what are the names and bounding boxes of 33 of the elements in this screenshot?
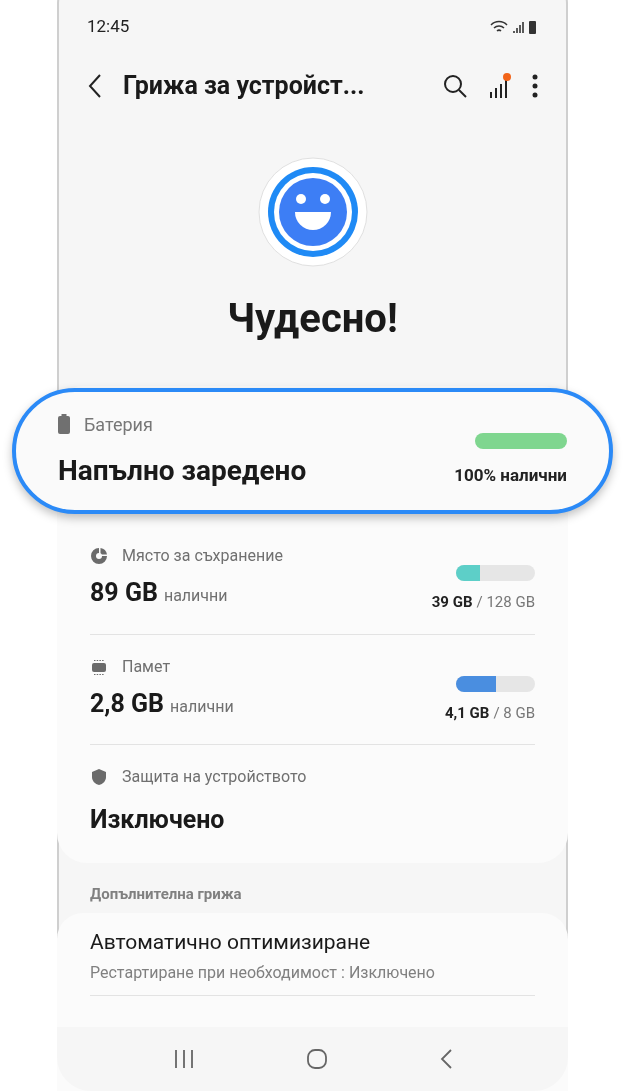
total-amount: / 128 GB <box>476 592 535 613</box>
section-heading: Допълнителна грижа <box>89 883 243 905</box>
status-heading: Чудесно! <box>226 294 399 344</box>
item-value: 89 GB <box>90 577 158 609</box>
used-amount: 39 GB <box>431 592 473 613</box>
item-label: Защита на устройството <box>122 766 307 788</box>
used-amount: 4,1 GB <box>444 702 490 724</box>
total-amount: / 8 GB <box>493 702 535 724</box>
home-icon[interactable] <box>305 1048 328 1070</box>
more-options-icon[interactable] <box>532 74 538 98</box>
battery-icon <box>58 414 70 434</box>
item-unit: налични <box>170 695 234 718</box>
battery-label: Батерия <box>84 412 153 437</box>
page-title: Грижа за устройст... <box>123 70 365 103</box>
option-subtitle: Рестартиране при необходимост : Изключено <box>90 961 436 984</box>
smiley-icon <box>256 156 369 268</box>
item-value: 2,8 GB <box>90 687 165 720</box>
back-icon[interactable] <box>87 73 103 99</box>
chip-icon <box>90 657 108 676</box>
item-label: Място за съхранение <box>122 545 283 567</box>
item-label: Памет <box>122 655 171 678</box>
battery-reading: 100% налични <box>454 464 567 488</box>
option-title[interactable]: Автоматично оптимизиране <box>90 927 535 959</box>
shield-icon <box>90 768 108 786</box>
recent-apps-icon[interactable] <box>172 1049 195 1069</box>
battery-card[interactable]: Батерия Напълно заредено 100% налични <box>12 388 613 514</box>
item-unit: налични <box>163 585 228 607</box>
item-value: Изключено <box>90 804 226 836</box>
status-icons <box>490 18 538 35</box>
status-time: 12:45 <box>87 14 130 38</box>
pie-chart-icon <box>90 547 108 565</box>
search-icon[interactable] <box>442 73 468 99</box>
battery-status: Напълно заредено <box>58 452 307 489</box>
